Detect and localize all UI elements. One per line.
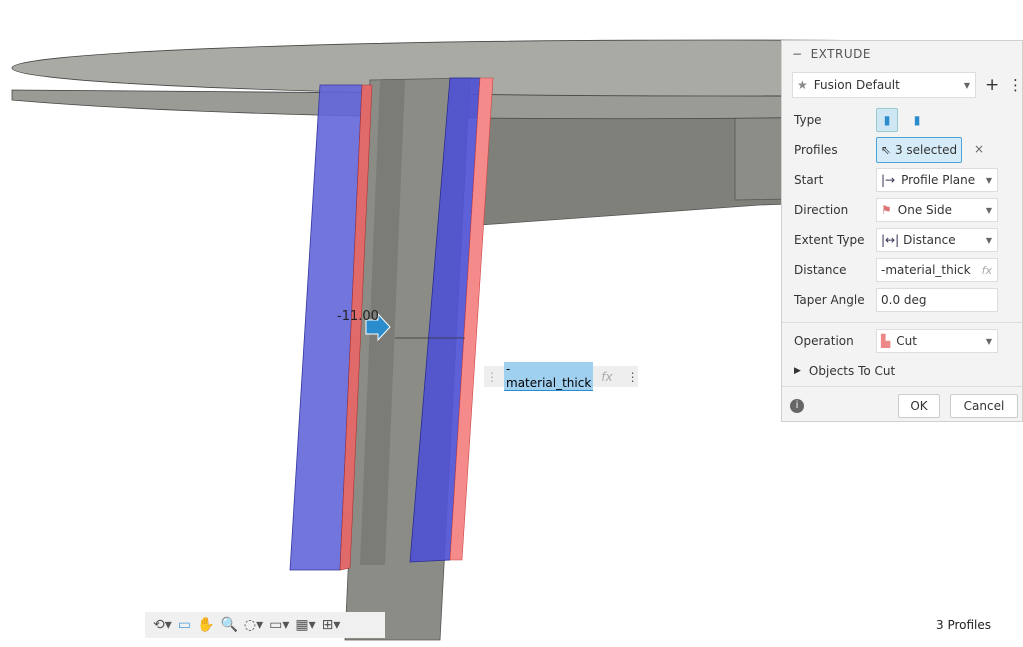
- navigation-toolbar: ⟲▾ ▭ ✋ 🔍 ◌▾ ▭▾ ▦▾ ⊞▾: [145, 612, 385, 638]
- extent-value: Distance: [903, 233, 956, 247]
- grid-icon[interactable]: ▦▾: [295, 617, 315, 633]
- panel-title: EXTRUDE: [810, 47, 871, 61]
- taper-input[interactable]: 0.0 deg: [876, 288, 998, 312]
- operation-value: Cut: [896, 334, 917, 348]
- add-preset-icon[interactable]: +: [985, 75, 999, 95]
- distance-input-overlay[interactable]: ⋮ -material_thick fx ⋮: [484, 362, 639, 391]
- extent-label: Extent Type: [794, 233, 865, 247]
- taper-label: Taper Angle: [794, 293, 865, 307]
- type-thin-button[interactable]: ▮: [906, 108, 928, 132]
- profiles-selector[interactable]: ⇖ 3 selected: [876, 137, 962, 163]
- objects-to-cut-section[interactable]: ▶ Objects To Cut: [794, 364, 895, 378]
- fit-icon[interactable]: ◌▾: [244, 617, 263, 633]
- zoom-icon[interactable]: 🔍: [220, 617, 237, 633]
- start-label: Start: [794, 173, 824, 187]
- distance-label: Distance: [794, 263, 847, 277]
- clear-selection-icon[interactable]: ×: [974, 142, 984, 156]
- pan-icon[interactable]: ✋: [197, 617, 214, 633]
- distance-input[interactable]: -material_thick fx: [876, 258, 998, 282]
- fx-button[interactable]: fx: [982, 264, 992, 277]
- more-icon[interactable]: ⋮: [627, 370, 639, 384]
- orbit-icon[interactable]: ⟲▾: [153, 617, 172, 633]
- extent-dropdown[interactable]: |↔| Distance ▼: [876, 228, 998, 252]
- type-solid-button[interactable]: ▮: [876, 108, 898, 132]
- operation-label: Operation: [794, 334, 854, 348]
- preset-dropdown[interactable]: ★ Fusion Default ▼: [792, 72, 976, 98]
- start-value: Profile Plane: [901, 173, 976, 187]
- look-at-icon[interactable]: ▭: [178, 617, 191, 633]
- extrude-panel: − EXTRUDE ★ Fusion Default ▼ + ⋮ Type ▮ ▮ P…: [781, 40, 1023, 422]
- direction-dropdown[interactable]: ⚑ One Side ▼: [876, 198, 998, 222]
- distance-overlay-value[interactable]: -material_thick: [504, 362, 594, 391]
- viewports-icon[interactable]: ⊞▾: [322, 617, 341, 633]
- profiles-label: Profiles: [794, 143, 838, 157]
- more-icon[interactable]: ⋮: [1008, 76, 1023, 94]
- distance-value: -material_thick: [881, 263, 971, 277]
- info-icon[interactable]: i: [790, 399, 804, 413]
- status-text: 3 Profiles: [936, 618, 992, 632]
- direction-value: One Side: [897, 203, 952, 217]
- operation-dropdown[interactable]: ▙ Cut ▼: [876, 329, 998, 353]
- display-settings-icon[interactable]: ▭▾: [269, 617, 289, 633]
- divider: [782, 322, 1022, 323]
- start-dropdown[interactable]: |→ Profile Plane ▼: [876, 168, 998, 192]
- direction-label: Direction: [794, 203, 849, 217]
- collapse-icon[interactable]: −: [792, 47, 803, 61]
- cancel-button[interactable]: Cancel: [950, 394, 1018, 418]
- cursor-icon: ⇖: [880, 143, 891, 157]
- fx-button[interactable]: fx: [601, 370, 612, 384]
- dimension-label: -11.00: [337, 309, 379, 324]
- ok-button[interactable]: OK: [898, 394, 940, 418]
- taper-value: 0.0 deg: [881, 293, 927, 307]
- preset-label: Fusion Default: [813, 78, 900, 92]
- objects-label: Objects To Cut: [808, 364, 896, 378]
- type-label: Type: [794, 113, 822, 127]
- profiles-value: 3 selected: [894, 143, 958, 157]
